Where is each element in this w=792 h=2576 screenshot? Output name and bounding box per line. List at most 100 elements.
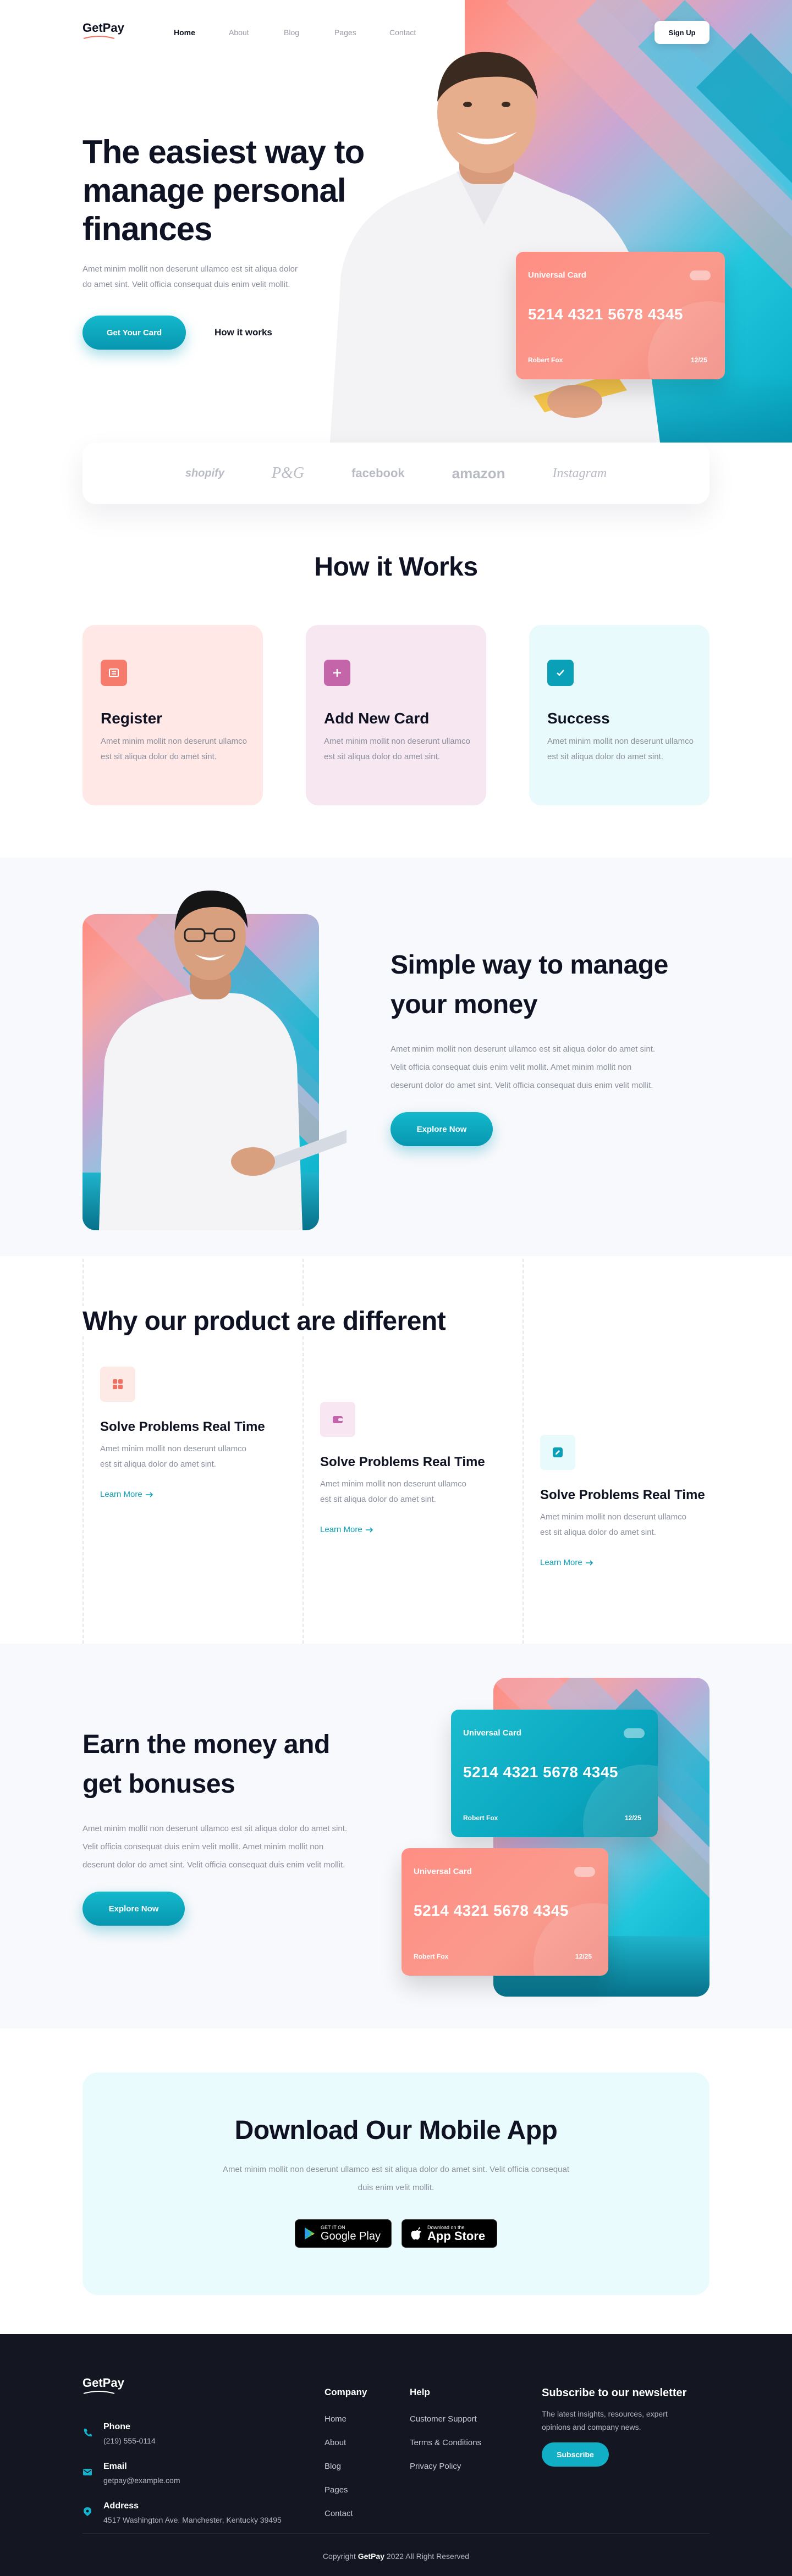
earn-explore-button[interactable]: Explore Now: [82, 1892, 185, 1926]
simple-title: Simple way to manage your money: [391, 946, 710, 1025]
different-item-1-link[interactable]: Learn More: [100, 1490, 276, 1499]
how-card-success: Success Amet minim mollit non deserunt u…: [529, 625, 710, 805]
different-item-3-text: Amet minim mollit non deserunt ullamco e…: [540, 1512, 686, 1537]
signup-button[interactable]: Sign Up: [654, 21, 710, 44]
footer-link-terms[interactable]: Terms & Conditions: [410, 2438, 520, 2447]
copyright-pre: Copyright: [322, 2552, 358, 2561]
google-play-big: Google Play: [321, 2230, 381, 2242]
how-add-title: Add New Card: [324, 710, 430, 727]
footer-link-pages[interactable]: Pages: [324, 2485, 413, 2495]
nav-home[interactable]: Home: [174, 28, 195, 37]
navbar: GetPay Home About Blog Pages Contact Sig…: [0, 0, 792, 55]
footer-link-about[interactable]: About: [324, 2438, 413, 2447]
app-store-button[interactable]: Download on the App Store: [402, 2219, 497, 2248]
hero-text: Amet minim mollit non deserunt ullamco e…: [82, 264, 298, 289]
phone-value[interactable]: (219) 555-0114: [103, 2436, 156, 2445]
different-item-2-link[interactable]: Learn More: [320, 1525, 496, 1534]
earn-explore-label: Explore Now: [108, 1904, 159, 1914]
earn-title: Earn the money and get bonuses: [82, 1725, 391, 1804]
card-expiry: 12/25: [625, 1814, 642, 1822]
footer-link-privacy[interactable]: Privacy Policy: [410, 2462, 520, 2471]
footer: GetPay Phone (219) 555-0114 Email getpay…: [0, 2334, 792, 2576]
learn-more-label: Learn More: [540, 1558, 582, 1567]
copyright-brand[interactable]: GetPay: [358, 2552, 384, 2561]
different-item-3-link[interactable]: Learn More: [540, 1558, 716, 1567]
arrow-right-icon: [365, 1527, 373, 1533]
nav-about[interactable]: About: [229, 28, 249, 37]
newsletter-title: Subscribe to our newsletter: [542, 2387, 687, 2399]
apple-icon: [411, 2227, 421, 2240]
copyright: Copyright GetPay 2022 All Right Reserved: [0, 2552, 792, 2561]
how-success-text: Amet minim mollit non deserunt ullamco e…: [547, 737, 694, 761]
different-item-3: Solve Problems Real Time Amet minim moll…: [540, 1435, 716, 1567]
different-item-2-title: Solve Problems Real Time: [320, 1455, 485, 1469]
google-play-icon: [305, 2227, 315, 2240]
footer-link-support[interactable]: Customer Support: [410, 2414, 520, 2424]
simple-title-line1: Simple way to manage: [391, 950, 668, 980]
card-chip-icon: [574, 1867, 595, 1877]
how-add-text: Amet minim mollit non deserunt ullamco e…: [324, 737, 470, 761]
nav-blog[interactable]: Blog: [284, 28, 299, 37]
earn-copy: Earn the money and get bonuses Amet mini…: [82, 1725, 391, 1926]
subscribe-button[interactable]: Subscribe: [542, 2442, 609, 2467]
card-title: Universal Card: [528, 270, 586, 280]
footer-link-home[interactable]: Home: [324, 2414, 413, 2424]
get-card-label: Get Your Card: [106, 328, 162, 338]
footer-link-contact[interactable]: Contact: [324, 2509, 413, 2518]
card-title: Universal Card: [414, 1867, 472, 1876]
simple-explore-label: Explore Now: [416, 1124, 467, 1134]
hero-title-line1: The easiest way to: [82, 134, 365, 170]
different-item-1-text: Amet minim mollit non deserunt ullamco e…: [100, 1444, 246, 1469]
simple-explore-button[interactable]: Explore Now: [391, 1112, 493, 1146]
download-title: Download Our Mobile App: [234, 2116, 558, 2145]
google-play-button[interactable]: GET IT ON Google Play: [295, 2219, 392, 2248]
nav-pages[interactable]: Pages: [334, 28, 356, 37]
brands-strip: shopify P&G facebook amazon Instagram: [82, 443, 710, 504]
phone-label: Phone: [103, 2422, 130, 2431]
how-register-text: Amet minim mollit non deserunt ullamco e…: [101, 737, 247, 761]
brand-shopify-logo: shopify: [185, 467, 224, 479]
address-value: 4517 Washington Ave. Manchester, Kentuck…: [103, 2516, 282, 2524]
email-value[interactable]: getpay@example.com: [103, 2476, 180, 2485]
get-card-button[interactable]: Get Your Card: [82, 316, 186, 350]
edit-icon: [540, 1435, 575, 1470]
card-number: 5214 4321 5678 4345: [463, 1764, 618, 1781]
earn-text: Amet minim mollit non deserunt ullamco e…: [82, 1824, 348, 1870]
logo[interactable]: GetPay: [82, 21, 124, 39]
hero-title-line3: finances: [82, 211, 212, 247]
card-holder: Robert Fox: [414, 1953, 449, 1960]
email-label: Email: [103, 2462, 127, 2471]
simple-person-image: [88, 884, 346, 1230]
hero-credit-card: Universal Card 5214 4321 5678 4345 Rober…: [516, 252, 725, 379]
hero-title-line2: manage personal: [82, 172, 346, 209]
download-text: Amet minim mollit non deserunt ullamco e…: [222, 2165, 570, 2192]
logo-text: GetPay: [82, 21, 124, 35]
different-item-1: Solve Problems Real Time Amet minim moll…: [100, 1367, 276, 1499]
subscribe-label: Subscribe: [557, 2450, 594, 2459]
wallet-icon: [320, 1402, 355, 1437]
google-play-small: GET IT ON: [321, 2225, 345, 2230]
earn-title-line1: Earn the money and: [82, 1730, 330, 1759]
footer-logo[interactable]: GetPay: [82, 2376, 124, 2394]
how-it-works-link[interactable]: How it works: [215, 327, 272, 338]
hero-copy: The easiest way to manage personal finan…: [82, 133, 391, 350]
card-expiry: 12/25: [575, 1953, 592, 1960]
how-card-add: Add New Card Amet minim mollit non deser…: [306, 625, 486, 805]
different-item-1-title: Solve Problems Real Time: [100, 1419, 265, 1434]
app-store-big: App Store: [427, 2229, 486, 2243]
learn-more-label: Learn More: [100, 1490, 142, 1499]
footer-divider: [82, 2533, 710, 2534]
how-register-title: Register: [101, 710, 163, 727]
logo-swoosh-icon: [83, 36, 115, 39]
how-title: How it Works: [314, 552, 478, 582]
logo-swoosh-icon: [83, 2391, 115, 2394]
nav-contact[interactable]: Contact: [389, 28, 416, 37]
hero-title: The easiest way to manage personal finan…: [82, 133, 391, 248]
earn-title-line2: get bonuses: [82, 1770, 235, 1799]
signup-label: Sign Up: [668, 28, 696, 37]
different-item-3-title: Solve Problems Real Time: [540, 1488, 705, 1502]
simple-title-line2: your money: [391, 990, 538, 1019]
card-expiry: 12/25: [691, 356, 708, 364]
card-number: 5214 4321 5678 4345: [528, 306, 683, 323]
footer-link-blog[interactable]: Blog: [324, 2462, 413, 2471]
